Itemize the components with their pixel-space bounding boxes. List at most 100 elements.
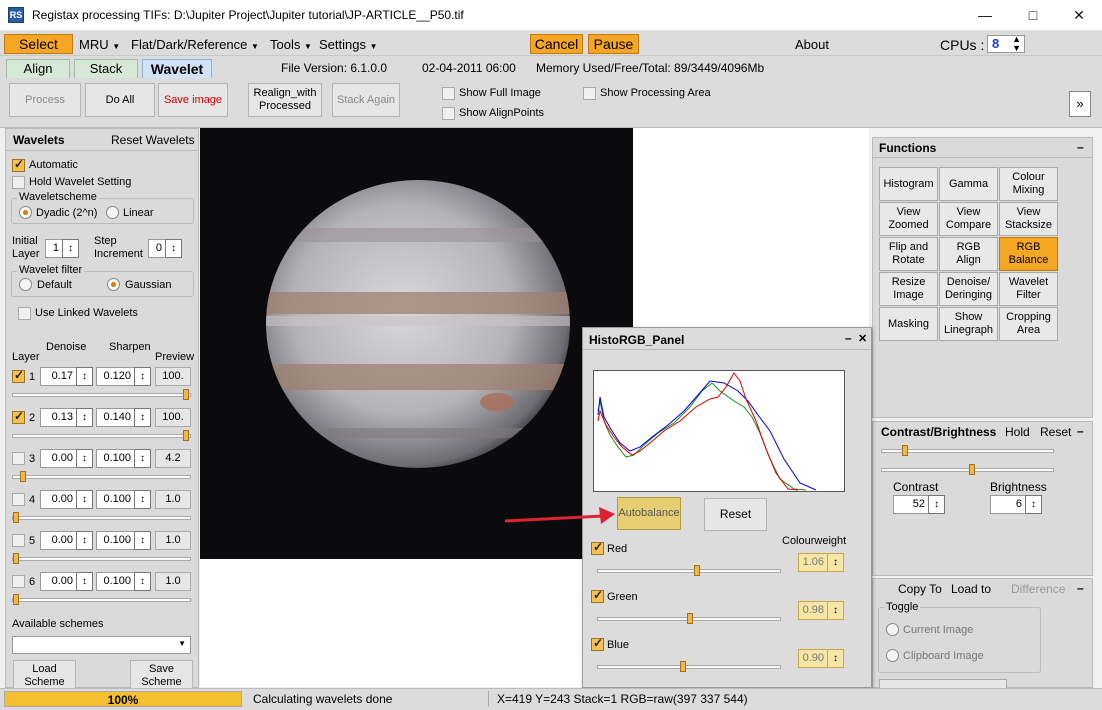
function-button[interactable]: RGB Balance [999,237,1058,271]
autobalance-button[interactable]: Autobalance [617,497,681,530]
process-button[interactable]: Process [9,83,81,117]
layer-enable-checkbox[interactable] [12,409,25,424]
default-radio[interactable] [19,278,32,291]
spin-arrows-icon[interactable]: ↕ [165,239,182,258]
copy-to-button[interactable]: Copy To [898,582,942,596]
cancel-button[interactable]: Cancel [530,34,583,54]
spin-arrows-icon[interactable]: ↕ [134,408,151,427]
channel-slider-thumb[interactable] [687,613,693,624]
preview-button[interactable]: 100. [155,367,191,386]
layer-enable-checkbox[interactable] [12,493,25,506]
spin-arrows-icon[interactable]: ↕ [76,449,93,468]
spin-arrows-icon[interactable]: ↕ [134,367,151,386]
flat-dark-reference-menu[interactable]: Flat/Dark/Reference ▼ [131,37,259,52]
spin-arrows-icon[interactable]: ↕ [827,601,844,620]
channel-slider-track[interactable] [597,665,781,669]
layer-enable-checkbox[interactable] [12,368,25,383]
cut-off-button[interactable] [879,679,1007,688]
spin-arrows-icon[interactable]: ↕ [76,531,93,550]
show-alignpoints-checkbox[interactable] [442,107,455,120]
stack-again-button[interactable]: Stack Again [332,83,400,117]
tab-stack[interactable]: Stack [74,59,138,78]
spin-arrows-icon[interactable]: ▲ ▼ [1012,35,1021,53]
spin-arrows-icon[interactable]: ↕ [76,490,93,509]
minimize-icon[interactable]: – [845,331,852,345]
tab-align[interactable]: Align [6,59,70,78]
function-button[interactable]: Gamma [939,167,998,201]
tab-wavelet[interactable]: Wavelet [142,59,212,78]
preview-button[interactable]: 100. [155,408,191,427]
collapse-icon[interactable]: – [1077,140,1084,154]
save-image-button[interactable]: Save image [158,83,228,117]
spin-arrows-icon[interactable]: ↕ [76,572,93,591]
reset-contrast-button[interactable]: Reset [1040,425,1071,439]
layer-slider-thumb[interactable] [183,430,189,441]
function-button[interactable]: Histogram [879,167,938,201]
colourweight-input[interactable]: 0.98 [798,601,828,620]
schemes-dropdown[interactable]: ▼ [12,636,191,654]
denoise-input[interactable]: 0.00 [40,572,77,591]
colourweight-input[interactable]: 1.06 [798,553,828,572]
hold-wavelet-checkbox[interactable] [12,176,25,189]
channel-checkbox[interactable] [591,636,604,651]
initial-layer-input[interactable]: 1 [45,239,63,258]
layer-enable-checkbox[interactable] [12,452,25,465]
spin-arrows-icon[interactable]: ↕ [1025,495,1042,514]
layer-slider-thumb[interactable] [13,594,19,605]
spin-arrows-icon[interactable]: ↕ [134,490,151,509]
hold-button[interactable]: Hold [1005,425,1030,439]
clipboard-image-radio[interactable] [886,649,899,662]
channel-checkbox[interactable] [591,540,604,555]
function-button[interactable]: Colour Mixing [999,167,1058,201]
about-menu[interactable]: About [795,37,829,52]
spin-arrows-icon[interactable]: ↕ [76,367,93,386]
mru-menu[interactable]: MRU ▼ [79,37,120,52]
layer-slider-thumb[interactable] [13,512,19,523]
sharpen-input[interactable]: 0.140 [96,408,135,427]
function-button[interactable]: View Zoomed [879,202,938,236]
show-processing-area-checkbox[interactable] [583,87,596,100]
sharpen-input[interactable]: 0.120 [96,367,135,386]
sharpen-input[interactable]: 0.100 [96,449,135,468]
do-all-button[interactable]: Do All [85,83,155,117]
show-full-image-checkbox[interactable] [442,87,455,100]
contrast-slider-thumb[interactable] [902,445,908,456]
function-button[interactable]: Denoise/ Deringing [939,272,998,306]
function-button[interactable]: Show Linegraph [939,307,998,341]
layer-slider-track[interactable] [12,557,191,561]
maximize-window-icon[interactable]: □ [1010,0,1056,31]
layer-enable-checkbox[interactable] [12,575,25,588]
denoise-input[interactable]: 0.00 [40,490,77,509]
collapse-icon[interactable]: – [1077,424,1084,438]
layer-slider-track[interactable] [12,516,191,520]
channel-slider-thumb[interactable] [694,565,700,576]
close-window-icon[interactable]: ✕ [1056,0,1102,31]
settings-menu[interactable]: Settings ▼ [319,37,378,52]
step-increment-input[interactable]: 0 [148,239,166,258]
denoise-input[interactable]: 0.17 [40,367,77,386]
layer-slider-track[interactable] [12,434,191,438]
gaussian-radio[interactable] [107,278,120,291]
preview-button[interactable]: 1.0 [155,490,191,509]
denoise-input[interactable]: 0.00 [40,449,77,468]
processed-image[interactable] [200,128,633,559]
spin-arrows-icon[interactable]: ↕ [76,408,93,427]
spin-arrows-icon[interactable]: ↕ [134,572,151,591]
function-button[interactable]: View Compare [939,202,998,236]
function-button[interactable]: Flip and Rotate [879,237,938,271]
function-button[interactable]: View Stacksize [999,202,1058,236]
automatic-checkbox[interactable] [12,157,25,172]
save-scheme-button[interactable]: Save Scheme [130,660,193,690]
layer-slider-thumb[interactable] [13,553,19,564]
spin-arrows-icon[interactable]: ↕ [827,553,844,572]
channel-checkbox[interactable] [591,588,604,603]
sharpen-input[interactable]: 0.100 [96,531,135,550]
brightness-slider-track[interactable] [881,468,1054,472]
spin-arrows-icon[interactable]: ↕ [62,239,79,258]
colourweight-input[interactable]: 0.90 [798,649,828,668]
preview-button[interactable]: 4.2 [155,449,191,468]
close-icon[interactable]: ✕ [858,332,867,345]
function-button[interactable]: Wavelet Filter [999,272,1058,306]
channel-slider-thumb[interactable] [680,661,686,672]
denoise-input[interactable]: 0.13 [40,408,77,427]
